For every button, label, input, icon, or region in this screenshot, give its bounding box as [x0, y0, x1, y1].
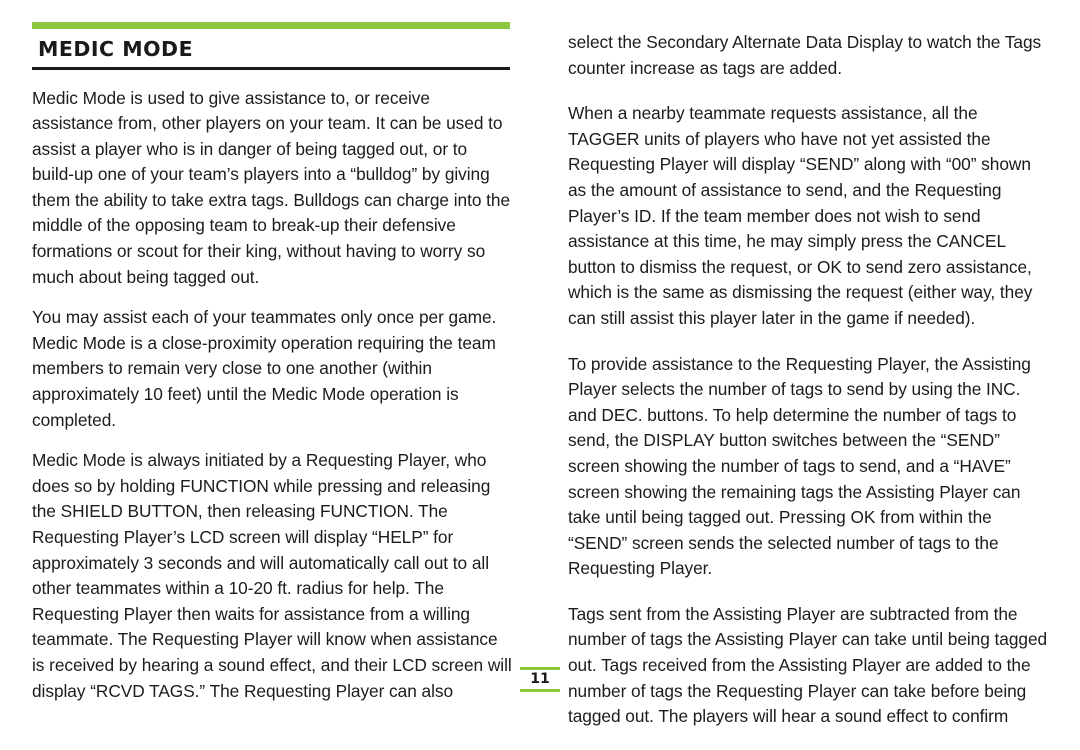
section-title-bottom-rule — [32, 67, 510, 70]
paragraph: When a nearby teammate requests assistan… — [568, 103, 1033, 328]
paragraph: Tags sent from the Assisting Player are … — [568, 603, 1048, 727]
right-column: select the Secondary Alternate Data Disp… — [568, 22, 1048, 750]
manual-page: MEDIC MODE Medic Mode is used to give as… — [0, 0, 1080, 726]
paragraph: To provide assistance to the Requesting … — [568, 353, 1031, 579]
page-title: MEDIC MODE — [38, 37, 194, 61]
paragraph: You may assist each of your teammates on… — [32, 307, 497, 430]
left-column: MEDIC MODE Medic Mode is used to give as… — [32, 22, 512, 750]
paragraph: select the Secondary Alternate Data Disp… — [568, 32, 1042, 78]
page-number: 11 — [520, 667, 560, 692]
page-footer: 11 — [0, 667, 1080, 692]
paragraph: Medic Mode is always initiated by a Requ… — [32, 450, 512, 701]
page-columns: MEDIC MODE Medic Mode is used to give as… — [0, 0, 1080, 750]
paragraph: Medic Mode is used to give assistance to… — [32, 87, 511, 287]
section-title-top-rule — [32, 22, 510, 29]
